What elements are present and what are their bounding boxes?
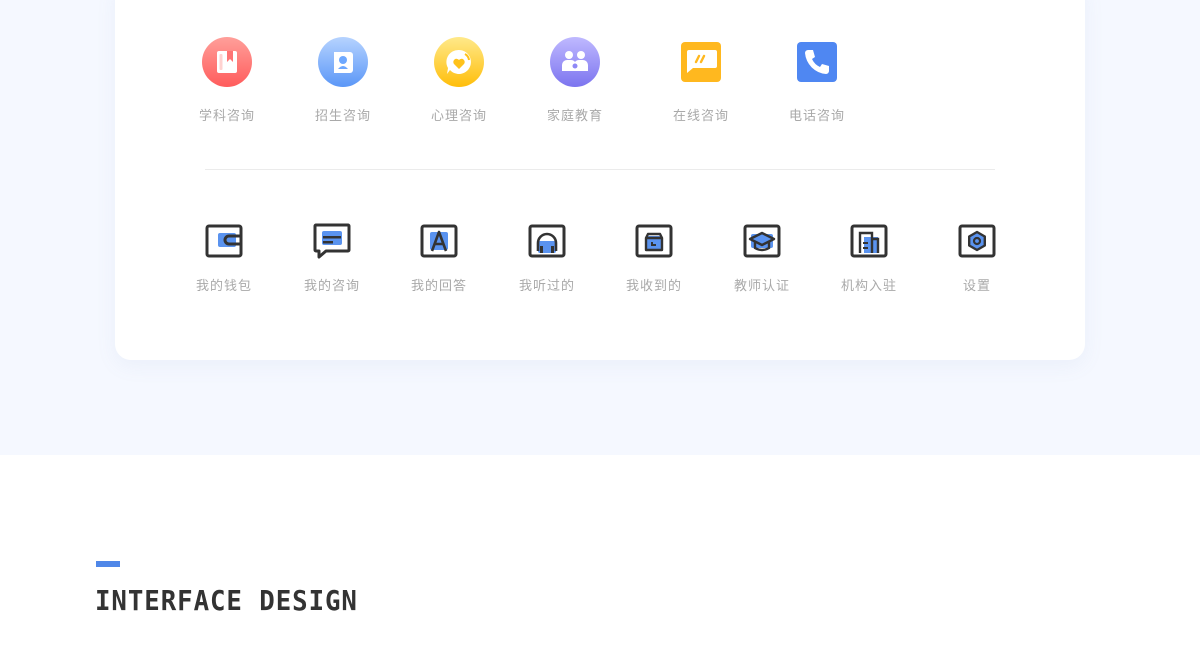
service-label: 在线咨询: [672, 109, 729, 124]
section-title: INTERFACE DESIGN: [95, 584, 358, 617]
section-accent-bar: [96, 561, 120, 567]
settings-icon: [958, 223, 996, 261]
menu-label: 我的咨询: [303, 279, 360, 294]
menu-card: 学科咨询 招生咨询 心理咨询 家庭教育 在线咨询 电话咨询 我的钱包 我的咨询 …: [115, 0, 1085, 360]
menu-label: 教师认证: [733, 279, 790, 294]
building-icon: [850, 223, 888, 261]
message-icon: [313, 223, 351, 261]
section-divider: [205, 169, 995, 170]
graduation-cap-icon: [743, 223, 781, 261]
student-badge-icon: [317, 36, 369, 88]
menu-label: 我听过的: [518, 279, 575, 294]
wallet-icon: [205, 223, 243, 261]
service-label: 家庭教育: [546, 109, 603, 124]
family-icon: [549, 36, 601, 88]
service-label: 心理咨询: [430, 109, 487, 124]
top-background: 学科咨询 招生咨询 心理咨询 家庭教育 在线咨询 电话咨询 我的钱包 我的咨询 …: [0, 0, 1200, 455]
answer-icon: [420, 223, 458, 261]
bookmark-book-icon: [201, 36, 253, 88]
service-label: 电话咨询: [788, 109, 845, 124]
menu-label: 我收到的: [625, 279, 682, 294]
menu-label: 机构入驻: [840, 279, 897, 294]
online-chat-icon: [675, 36, 727, 88]
phone-icon: [791, 36, 843, 88]
menu-label: 设置: [962, 279, 991, 294]
menu-label: 我的钱包: [195, 279, 252, 294]
service-label: 学科咨询: [198, 109, 255, 124]
menu-label: 我的回答: [410, 279, 467, 294]
headphones-icon: [528, 223, 566, 261]
inbox-icon: [635, 223, 673, 261]
heart-chat-icon: [433, 36, 485, 88]
service-label: 招生咨询: [314, 109, 371, 124]
